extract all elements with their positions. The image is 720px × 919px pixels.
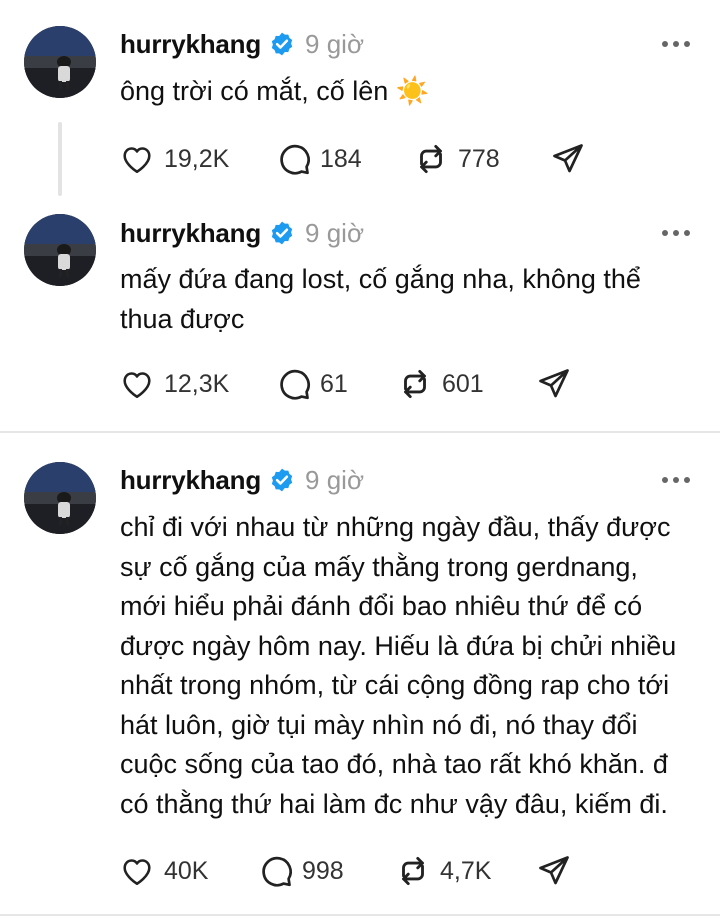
post-time: 9 giờ: [305, 28, 365, 59]
post-text: ông trời có mắt, cố lên ☀️: [120, 76, 430, 106]
share-button[interactable]: [536, 364, 572, 404]
reply-count: 184: [320, 144, 362, 173]
post-time: 9 giờ: [305, 217, 365, 248]
reply-count: 61: [320, 369, 348, 398]
repost-button[interactable]: 778: [412, 139, 500, 179]
thread-divider: [0, 431, 720, 433]
post-header: hurrykhang 9 giờ: [120, 215, 364, 251]
heart-icon: [123, 147, 151, 174]
verified-badge-icon: [271, 32, 293, 56]
like-count: 19,2K: [164, 144, 230, 173]
more-dots-icon[interactable]: [662, 230, 690, 236]
post-text: chỉ đi với nhau từ những ngày đầu, thấy …: [120, 512, 677, 819]
send-icon: [539, 369, 569, 398]
avatar[interactable]: [24, 26, 96, 98]
comment-icon: [262, 856, 292, 887]
repost-button[interactable]: 601: [396, 364, 484, 404]
post-time: 9 giờ: [305, 464, 365, 495]
comment-icon: [280, 144, 310, 175]
reply-button[interactable]: 61: [276, 364, 348, 404]
repost-count: 4,7K: [440, 856, 492, 885]
username[interactable]: hurrykhang: [120, 29, 261, 60]
avatar[interactable]: [24, 214, 96, 286]
reply-button[interactable]: 184: [276, 139, 362, 179]
verified-badge-icon: [271, 468, 293, 492]
heart-icon: [123, 859, 151, 886]
post-header: hurrykhang 9 giờ: [120, 26, 364, 62]
username[interactable]: hurrykhang: [120, 218, 261, 249]
send-icon: [539, 856, 569, 885]
repost-icon: [402, 856, 424, 886]
like-button[interactable]: 40K: [118, 851, 208, 891]
verified-badge-icon: [271, 221, 293, 245]
post-text: mấy đứa đang lost, cố gắng nha, không th…: [120, 264, 641, 334]
like-button[interactable]: 19,2K: [118, 139, 229, 179]
repost-icon: [404, 369, 426, 399]
comment-icon: [280, 369, 310, 400]
reply-button[interactable]: 998: [258, 851, 344, 891]
repost-count: 601: [442, 369, 484, 398]
more-dots-icon[interactable]: [662, 41, 690, 47]
avatar[interactable]: [24, 462, 96, 534]
thread-divider: [0, 914, 720, 916]
username[interactable]: hurrykhang: [120, 465, 261, 496]
share-button[interactable]: [550, 139, 586, 179]
repost-icon: [420, 144, 442, 174]
repost-count: 778: [458, 144, 500, 173]
send-icon: [553, 144, 583, 173]
like-count: 12,3K: [164, 369, 230, 398]
share-button[interactable]: [536, 851, 572, 891]
post-header: hurrykhang 9 giờ: [120, 462, 364, 498]
thread-connector-line: [58, 122, 62, 196]
heart-icon: [123, 372, 151, 399]
like-count: 40K: [164, 856, 209, 885]
more-dots-icon[interactable]: [662, 477, 690, 483]
repost-button[interactable]: 4,7K: [394, 851, 491, 891]
like-button[interactable]: 12,3K: [118, 364, 229, 404]
reply-count: 998: [302, 856, 344, 885]
